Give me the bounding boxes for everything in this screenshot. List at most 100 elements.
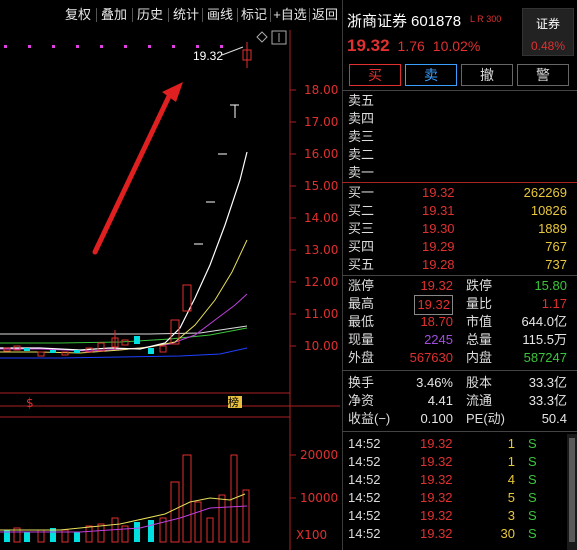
kline-chart-svg: $ 榜 xyxy=(0,30,340,550)
toolbar-overlay-button[interactable]: 叠加 xyxy=(98,5,130,25)
price-axis-label: 12.00 xyxy=(304,275,339,289)
buy-level-volume: 767 xyxy=(545,239,567,254)
stat-row-turnover: 换手 3.46% 股本 33.3亿 xyxy=(348,374,573,392)
sell-level-label: 卖四 xyxy=(348,111,375,126)
buy-level-volume: 262269 xyxy=(523,185,567,200)
tick-time: 14:52 xyxy=(348,436,381,451)
buy-level-price: 19.29 xyxy=(422,239,455,254)
buy-level-label: 买二 xyxy=(348,203,375,218)
ma60b-line xyxy=(0,325,248,335)
price-axis-label: 15.00 xyxy=(304,179,339,193)
buy-level-3: 买三 19.30 1889 xyxy=(348,220,573,238)
tick-time: 14:52 xyxy=(348,490,381,505)
stat-label: 最低 xyxy=(348,314,375,329)
tick-time: 14:52 xyxy=(348,526,381,541)
buy-level-price: 19.32 xyxy=(422,185,455,200)
toolbar-history-button[interactable]: 历史 xyxy=(134,5,166,25)
tick-row: 14:52 19.32 5 S xyxy=(348,489,573,507)
price-change-pct: 10.02% xyxy=(432,38,481,54)
sell-level-label: 卖三 xyxy=(348,129,375,144)
tick-row: 14:52 19.32 1 S xyxy=(348,453,573,471)
event-marker-rank[interactable]: 榜 xyxy=(228,395,239,409)
tick-direction: S xyxy=(528,526,537,541)
stat-value: 587247 xyxy=(523,350,567,365)
toolbar-fuquan-button[interactable]: 复权 xyxy=(62,5,94,25)
book-divider xyxy=(342,182,577,183)
sell-level-label: 卖二 xyxy=(348,147,375,162)
stat-label: 股本 xyxy=(466,375,493,390)
toolbar-mark-button[interactable]: 标记 xyxy=(239,5,269,25)
stat-label: 涨停 xyxy=(348,278,375,293)
toolbar-back-button[interactable]: 返回 xyxy=(310,5,340,25)
tick-price: 19.32 xyxy=(420,454,453,469)
stat-label: 量比 xyxy=(466,296,493,311)
toolbar-divider xyxy=(202,8,203,22)
volume-axis-label: 10000 xyxy=(300,491,339,505)
toolbar-divider xyxy=(270,8,271,22)
tick-price: 19.32 xyxy=(420,472,453,487)
stat-label: 净资 xyxy=(348,393,375,408)
sell-level-label: 卖一 xyxy=(348,165,375,180)
tick-price: 19.32 xyxy=(420,508,453,523)
toolbar-stats-button[interactable]: 统计 xyxy=(170,5,202,25)
buy-level-2: 买二 19.31 10826 xyxy=(348,202,573,220)
divider xyxy=(342,431,577,432)
toolbar-divider xyxy=(132,8,133,22)
stat-value: 115.5万 xyxy=(522,332,567,347)
sector-pct: 0.48% xyxy=(530,39,566,53)
sell-button[interactable]: 卖 xyxy=(405,64,457,86)
stat-row-net-assets: 净资 4.41 流通 33.3亿 xyxy=(348,392,573,410)
buy-level-volume: 737 xyxy=(545,257,567,272)
sector-name: 证券 xyxy=(535,17,560,31)
stat-label: 内盘 xyxy=(466,350,493,365)
price-axis-label: 18.00 xyxy=(304,83,339,97)
stat-value: 1.17 xyxy=(541,296,567,311)
buy-level-5: 买五 19.28 737 xyxy=(348,256,573,274)
trend-arrow-annotation xyxy=(92,82,183,255)
buy-level-price: 19.28 xyxy=(422,257,455,272)
buy-button[interactable]: 买 xyxy=(349,64,401,86)
ma10-line xyxy=(0,239,248,354)
event-marker-dollar[interactable]: $ xyxy=(26,396,34,410)
margin-flag-lr: L R xyxy=(470,14,484,24)
ma5-line xyxy=(0,151,248,351)
buy-level-price: 19.31 xyxy=(422,203,455,218)
stat-row-volume: 现量 2245 总量 115.5万 xyxy=(348,331,573,349)
stock-code: 601878 xyxy=(411,13,462,30)
stock-title: 浙商证券 601878 xyxy=(347,10,461,31)
sector-badge[interactable]: 证券 0.48% xyxy=(522,8,574,56)
alert-button[interactable]: 警 xyxy=(517,64,569,86)
stat-label: 外盘 xyxy=(348,350,375,365)
limit-dot-line xyxy=(4,45,223,48)
divider xyxy=(342,275,577,276)
diamond-icon[interactable] xyxy=(256,31,268,43)
stat-value: 644.0亿 xyxy=(521,314,567,329)
sell-level-1: 卖一 xyxy=(348,164,573,182)
price-axis-label: 11.00 xyxy=(304,307,339,321)
stat-value: 3.46% xyxy=(416,375,453,390)
stat-value: 19.32 xyxy=(414,295,453,315)
tick-list-scrollbar[interactable] xyxy=(567,434,577,550)
toolbar-draw-line-button[interactable]: 画线 xyxy=(204,5,236,25)
kline-chart[interactable]: $ 榜 19.32 18.00 17.00 16.00 15.00 14.00 … xyxy=(0,30,340,550)
volume-unit-label: X100 xyxy=(296,528,328,542)
tick-time: 14:52 xyxy=(348,454,381,469)
stat-label: 换手 xyxy=(348,375,375,390)
stat-value: 18.70 xyxy=(420,314,453,329)
stat-value: 0.100 xyxy=(420,411,453,426)
buy-level-label: 买四 xyxy=(348,239,375,254)
tick-list-scrollbar-thumb[interactable] xyxy=(569,438,575,542)
tick-direction: S xyxy=(528,508,537,523)
tick-time: 14:52 xyxy=(348,472,381,487)
divider xyxy=(342,370,577,371)
stat-label: 最高 xyxy=(348,296,375,311)
buy-level-label: 买三 xyxy=(348,221,375,236)
tick-direction: S xyxy=(528,436,537,451)
cancel-order-button[interactable]: 撤 xyxy=(461,64,513,86)
tick-volume: 3 xyxy=(507,508,515,523)
price-axis-label: 13.00 xyxy=(304,243,339,257)
buy-level-label: 买一 xyxy=(348,185,375,200)
stat-value: 15.80 xyxy=(534,278,567,293)
price-axis-label: 10.00 xyxy=(304,339,339,353)
toolbar-add-watchlist-button[interactable]: +自选 xyxy=(272,5,308,25)
